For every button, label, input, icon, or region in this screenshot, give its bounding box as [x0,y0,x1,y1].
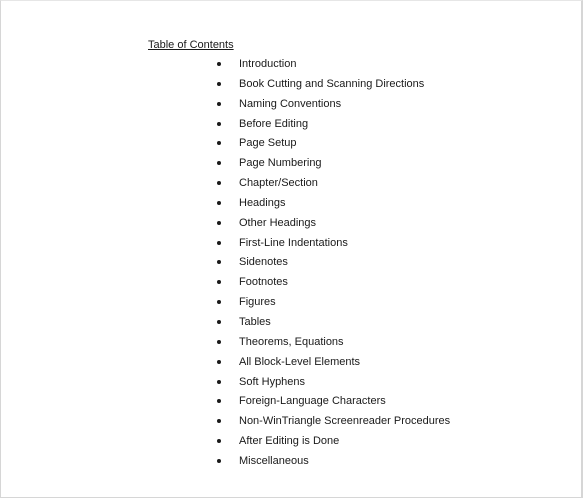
bullet-icon [217,300,221,305]
toc-item-label: All Block-Level Elements [239,355,361,368]
toc-item-label: First-Line Indentations [239,236,348,249]
bullet-icon [217,419,221,424]
toc-item-label: After Editing is Done [239,435,340,448]
bullet-icon [217,399,221,404]
toc-item-label: Footnotes [239,276,288,289]
bullet-icon [217,121,221,126]
bullet-icon [217,200,221,205]
toc-item-label: Other Headings [239,216,317,229]
toc-item-label: Soft Hyphens [239,375,306,388]
bullet-icon [217,280,221,285]
toc-item-label: Sidenotes [239,256,288,269]
toc-item-label: Non-WinTriangle Screenreader Procedures [239,415,451,428]
bullet-icon [217,101,221,106]
bullet-icon [217,181,221,186]
toc-item-label: Naming Conventions [239,97,342,110]
toc-item-label: Figures [239,296,276,309]
bullet-icon [217,359,221,364]
bullet-icon [217,161,221,166]
bullet-icon [217,319,221,324]
toc-item-label: Before Editing [239,117,309,130]
toc-item-label: Book Cutting and Scanning Directions [239,77,425,90]
toc-item-label: Miscellaneous [239,454,309,467]
toc-item-label: Page Numbering [239,157,322,170]
bullet-icon [217,62,221,66]
bullet-icon [217,439,221,444]
bullet-icon [217,81,221,86]
document-page: Table of Contents Introduction Book Cutti… [0,0,583,498]
toc-item-label: Tables [239,315,271,328]
bullet-icon [217,339,221,344]
toc-item-label: Foreign-Language Characters [239,395,386,408]
bullet-icon [217,379,221,384]
toc-item-label: Chapter/Section [239,177,318,190]
bullet-icon [217,458,221,463]
toc-item-label: Headings [239,196,286,209]
toc-item-label: Theorems, Equations [239,335,344,348]
bullet-icon [217,141,221,146]
toc-item-label: Introduction [239,58,297,70]
toc-title: Table of Contents [148,39,234,51]
bullet-icon [217,220,221,225]
bullet-icon [217,240,221,245]
toc-item-label: Page Setup [239,137,297,150]
bullet-icon [217,260,221,265]
